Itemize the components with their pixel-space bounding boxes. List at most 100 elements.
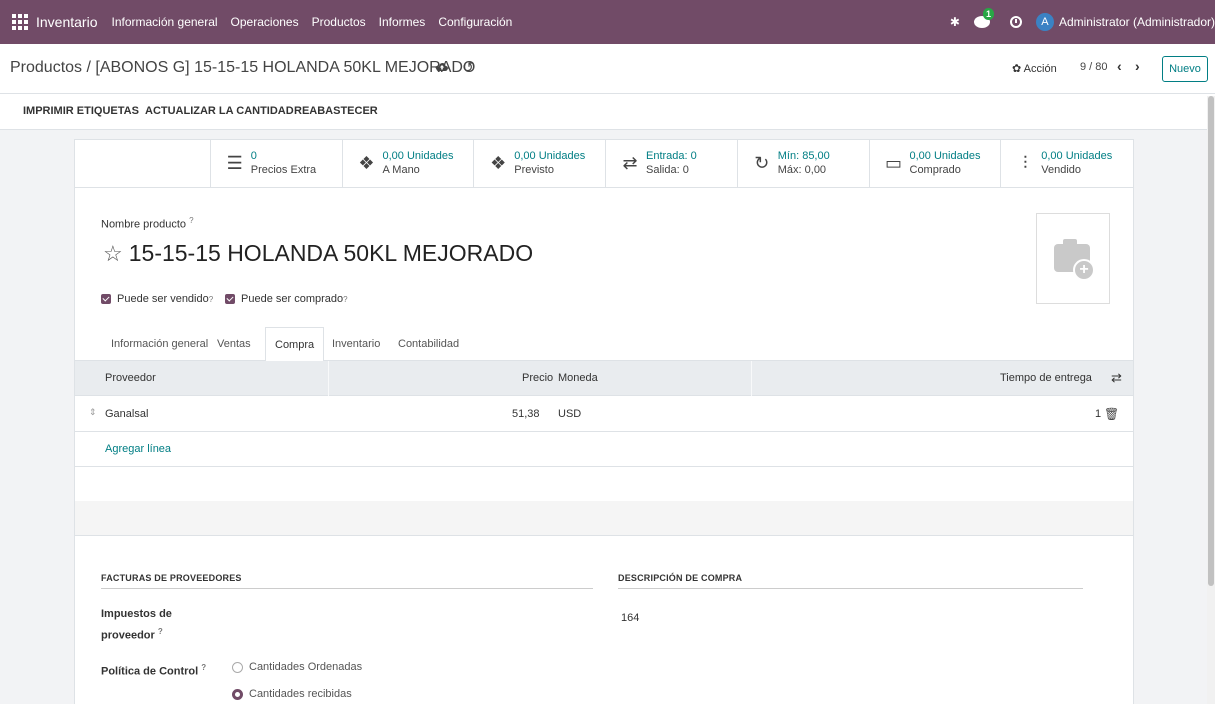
drag-handle-icon[interactable]: ⇕ bbox=[89, 407, 97, 418]
update-quantity-button[interactable]: ACTUALIZAR LA CANTIDAD bbox=[145, 105, 294, 117]
column-price[interactable]: Precio bbox=[522, 372, 553, 384]
gear-icon: ✿ bbox=[1012, 63, 1024, 75]
table-row[interactable]: ⇕ Ganalsal 51,38 USD 1 🗑 bbox=[75, 397, 1133, 432]
radio-received-label: Cantidades recibidas bbox=[249, 688, 352, 700]
can-be-purchased-label: Puede ser comprado bbox=[241, 293, 344, 305]
credit-card-icon: ▭ bbox=[884, 153, 902, 173]
new-button[interactable]: Nuevo bbox=[1162, 56, 1208, 82]
stat-label: Vendido bbox=[1041, 164, 1082, 176]
checkbox-checked-icon[interactable] bbox=[225, 294, 235, 304]
cell-lead-time[interactable]: 1 bbox=[1095, 408, 1101, 420]
can-be-sold-checkbox[interactable]: Puede ser vendido ? bbox=[101, 293, 213, 305]
help-icon[interactable]: ? bbox=[343, 295, 347, 304]
vendor-taxes-label-line2: proveedor ? bbox=[101, 623, 163, 645]
cell-currency[interactable]: USD bbox=[558, 408, 581, 420]
help-icon[interactable]: ? bbox=[189, 216, 193, 225]
sold-button[interactable]: ⫶ 0,00 Unidades Vendido bbox=[1001, 140, 1133, 187]
cell-price[interactable]: 51,38 bbox=[512, 408, 540, 420]
stat-label: Máx: 0,00 bbox=[777, 164, 827, 176]
cubes-icon: ❖ bbox=[358, 153, 375, 173]
discard-undo-icon[interactable]: ↺ bbox=[462, 59, 474, 76]
pager-next-icon[interactable]: › bbox=[1135, 58, 1140, 74]
page-scrollbar[interactable] bbox=[1207, 96, 1215, 704]
purchase-description-value[interactable]: 164 bbox=[621, 612, 639, 624]
chat-icon[interactable]: 1 bbox=[973, 8, 994, 28]
can-be-purchased-checkbox[interactable]: Puede ser comprado ? bbox=[225, 293, 348, 305]
tab-compra[interactable]: Compra bbox=[265, 327, 325, 362]
column-divider bbox=[328, 361, 329, 396]
product-name[interactable]: 15-15-15 HOLANDA 50KL MEJORADO bbox=[129, 240, 533, 266]
stat-value: Mín: 85,00 bbox=[777, 150, 830, 162]
product-name-field[interactable]: ☆ 15-15-15 HOLANDA 50KL MEJORADO bbox=[103, 240, 533, 267]
radio-unchecked-icon[interactable] bbox=[232, 661, 243, 673]
section-divider bbox=[618, 588, 1083, 589]
star-favorite-icon[interactable]: ☆ bbox=[103, 241, 123, 266]
replenish-button[interactable]: REABASTECER bbox=[294, 105, 378, 117]
user-name[interactable]: Administrator (Administrador) bbox=[1059, 15, 1215, 29]
section-divider bbox=[101, 588, 593, 589]
forecasted-button[interactable]: ❖ 0,00 Unidades Previsto bbox=[474, 140, 606, 187]
breadcrumb[interactable]: Productos / [ABONOS G] 15-15-15 HOLANDA … bbox=[10, 59, 475, 77]
help-icon[interactable]: ? bbox=[158, 627, 163, 636]
table-footer-band bbox=[75, 501, 1133, 536]
tab-ventas[interactable]: Ventas bbox=[217, 338, 251, 350]
empty-row bbox=[75, 467, 1133, 502]
control-policy-label: Política de Control ? bbox=[101, 659, 206, 681]
form-sheet: ☰ 0 Precios Extra ❖ 0,00 Unidades A Mano… bbox=[74, 139, 1134, 704]
refresh-icon: ↻ bbox=[754, 153, 770, 173]
add-line-link[interactable]: Agregar línea bbox=[105, 443, 171, 455]
menu-productos[interactable]: Productos bbox=[312, 15, 366, 29]
form-tabs: Información general Ventas Compra Invent… bbox=[75, 327, 1133, 362]
chat-badge: 1 bbox=[982, 8, 994, 20]
column-currency[interactable]: Moneda bbox=[558, 372, 598, 384]
tab-inventario[interactable]: Inventario bbox=[332, 338, 380, 350]
min-max-button[interactable]: ↻ Mín: 85,00 Máx: 0,00 bbox=[738, 140, 870, 187]
stat-value: 0,00 Unidades bbox=[1041, 150, 1113, 162]
cell-vendor[interactable]: Ganalsal bbox=[105, 408, 148, 420]
radio-ordered-label: Cantidades Ordenadas bbox=[249, 661, 363, 673]
button-bar: IMPRIMIR ETIQUETAS ACTUALIZAR LA CANTIDA… bbox=[0, 94, 1215, 130]
optional-columns-icon[interactable]: ⇄ bbox=[1111, 370, 1122, 386]
cloud-upload-icon[interactable] bbox=[436, 61, 448, 73]
activity-clock-icon[interactable] bbox=[1009, 16, 1022, 28]
radio-checked-icon[interactable] bbox=[232, 688, 243, 700]
top-navbar: Inventario Información general Operacion… bbox=[0, 0, 1215, 44]
stat-label: Comprado bbox=[909, 164, 961, 176]
scrollbar-thumb[interactable] bbox=[1208, 96, 1214, 586]
menu-configuracion[interactable]: Configuración bbox=[438, 15, 512, 29]
pager-value[interactable]: 9 / 80 bbox=[1080, 61, 1108, 73]
product-image[interactable]: + bbox=[1036, 213, 1110, 304]
radio-ordered-quantities[interactable]: Cantidades Ordenadas bbox=[232, 661, 362, 673]
in-out-button[interactable]: ⇄ Entrada: 0 Salida: 0 bbox=[606, 140, 738, 187]
stat-value: 0,00 Unidades bbox=[909, 150, 981, 162]
menu-operaciones[interactable]: Operaciones bbox=[231, 15, 299, 29]
on-hand-button[interactable]: ❖ 0,00 Unidades A Mano bbox=[343, 140, 475, 187]
help-icon[interactable]: ? bbox=[201, 663, 206, 672]
radio-received-quantities[interactable]: Cantidades recibidas bbox=[232, 688, 352, 700]
purchased-button[interactable]: ▭ 0,00 Unidades Comprado bbox=[870, 140, 1002, 187]
checkbox-checked-icon[interactable] bbox=[101, 294, 111, 304]
can-be-sold-label: Puede ser vendido bbox=[117, 293, 209, 305]
column-vendor[interactable]: Proveedor bbox=[105, 372, 156, 384]
app-brand[interactable]: Inventario bbox=[36, 14, 97, 30]
signal-icon: ⫶ bbox=[1023, 153, 1028, 173]
debug-bug-icon[interactable]: ✱ bbox=[950, 15, 960, 29]
help-icon[interactable]: ? bbox=[209, 295, 213, 304]
avatar[interactable]: A bbox=[1035, 13, 1054, 31]
product-name-label: Nombre producto ? bbox=[101, 216, 194, 231]
print-labels-button[interactable]: IMPRIMIR ETIQUETAS bbox=[23, 105, 139, 117]
list-icon: ☰ bbox=[226, 153, 243, 173]
stat-value: 0 bbox=[250, 150, 257, 162]
tab-contabilidad[interactable]: Contabilidad bbox=[398, 338, 459, 350]
trash-icon[interactable]: 🗑 bbox=[1104, 407, 1119, 421]
stat-label: Precios Extra bbox=[250, 164, 317, 176]
stat-value: Entrada: 0 bbox=[646, 150, 697, 162]
apps-menu-icon[interactable] bbox=[12, 14, 28, 30]
menu-informacion-general[interactable]: Información general bbox=[111, 15, 217, 29]
column-lead-time[interactable]: Tiempo de entrega bbox=[1000, 372, 1092, 384]
action-menu-button[interactable]: ✿ Acción bbox=[1012, 62, 1057, 75]
menu-informes[interactable]: Informes bbox=[379, 15, 426, 29]
tab-informacion-general[interactable]: Información general bbox=[111, 338, 208, 350]
extra-prices-button[interactable]: ☰ 0 Precios Extra bbox=[211, 140, 343, 187]
pager-previous-icon[interactable]: ‹ bbox=[1117, 58, 1122, 74]
